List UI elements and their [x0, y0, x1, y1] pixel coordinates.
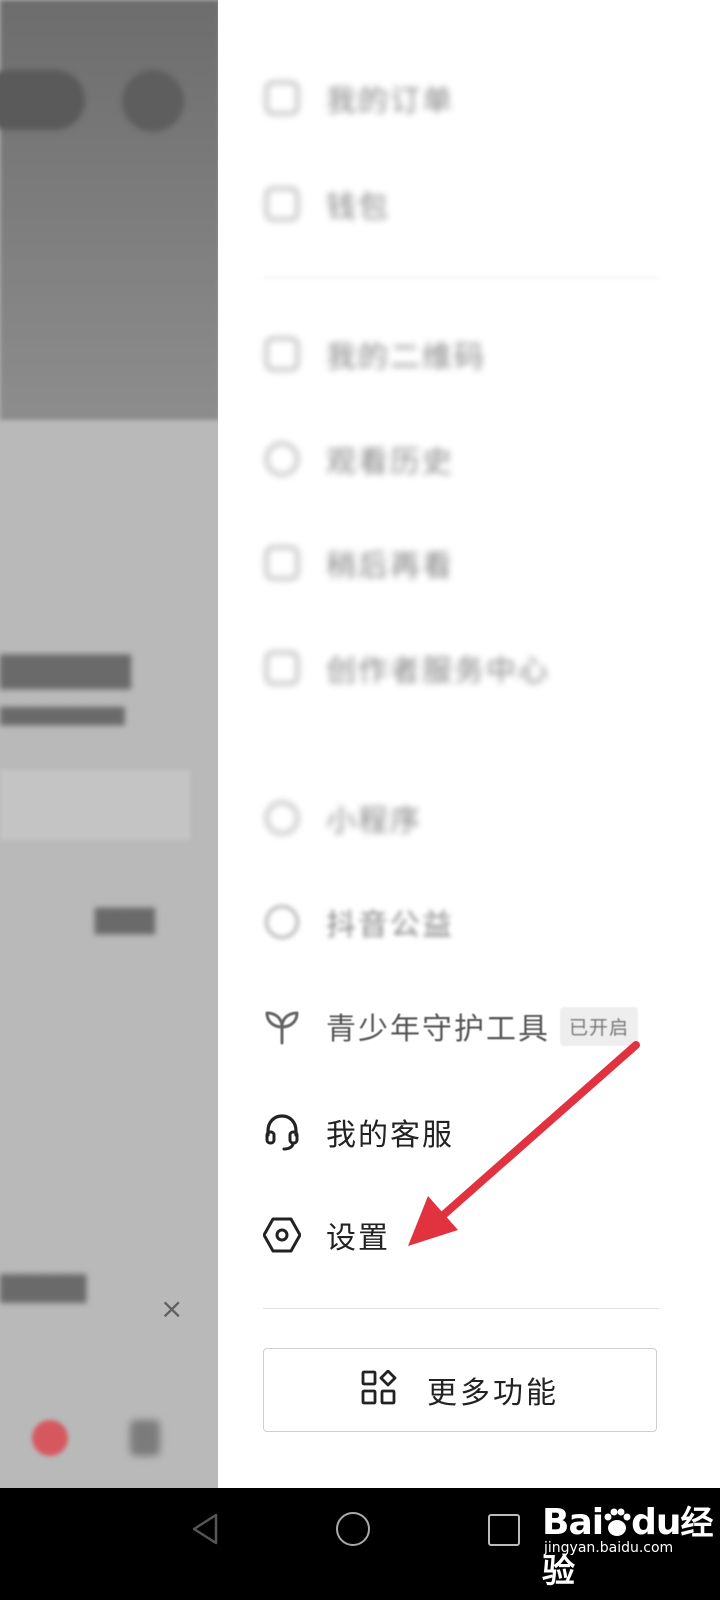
background-blurred-text: ▇▇▇▇▇▇▇▇▇ — [0, 705, 125, 726]
gear-icon — [260, 1213, 304, 1257]
menu-item-customer-service[interactable]: 我的客服 — [260, 1097, 454, 1167]
creator-icon — [260, 646, 304, 690]
watermark: Bai du经验 jingyan.baidu.com — [542, 1496, 714, 1590]
side-drawer: 我的订单 钱包 我的二维码 观看历史 稍后再看 创作者服务中心 小程序 抖音公益 — [218, 0, 720, 1515]
menu-item-settings[interactable]: 设置 — [260, 1200, 390, 1270]
menu-item-wallet[interactable]: 钱包 — [260, 169, 390, 239]
menu-item-mini-programs[interactable]: 小程序 — [260, 783, 422, 853]
watermark-logo: Bai — [542, 1502, 604, 1543]
wallet-icon — [260, 182, 304, 226]
menu-item-label: 设置 — [326, 1221, 390, 1256]
background-header — [0, 0, 220, 420]
cart-icon — [260, 76, 304, 120]
divider — [263, 277, 659, 278]
menu-item-history[interactable]: 观看历史 — [260, 424, 454, 494]
background-blurred-text: ▇▇▇▇ — [0, 1270, 87, 1303]
notification-dot — [32, 1420, 68, 1456]
sprout-icon — [260, 1004, 304, 1048]
background-blurred-text: ▇▇▇▇▇ — [0, 650, 131, 690]
menu-item-creator-center[interactable]: 创作者服务中心 — [260, 633, 550, 703]
background-circle-button — [122, 70, 184, 132]
paw-icon — [603, 1508, 631, 1538]
menu-item-label: 我的客服 — [326, 1118, 454, 1153]
menu-item-label: 我的订单 — [326, 84, 454, 119]
menu-item-label: 观看历史 — [326, 445, 454, 480]
menu-item-orders[interactable]: 我的订单 — [260, 63, 454, 133]
menu-item-youth-protection[interactable]: 青少年守护工具 已开启 — [260, 991, 639, 1061]
recent-apps-icon[interactable] — [488, 1514, 520, 1546]
qrcode-icon — [260, 332, 304, 376]
menu-item-label: 抖音公益 — [326, 908, 454, 943]
more-features-button[interactable]: 更多功能 — [263, 1348, 657, 1432]
menu-item-charity[interactable]: 抖音公益 — [260, 887, 454, 957]
watermark-url: jingyan.baidu.com — [544, 1540, 674, 1556]
divider — [263, 1308, 659, 1309]
watermark-logo-tail: du — [631, 1502, 681, 1543]
menu-item-label: 钱包 — [326, 190, 390, 225]
background-app: ▇▇▇▇▇ ▇▇▇▇▇▇▇▇▇ ▇▇▇ ▇▇▇▇ × — [0, 0, 220, 1515]
heart-icon — [260, 900, 304, 944]
background-pill-button — [0, 70, 85, 130]
background-tab-icon — [130, 1420, 160, 1456]
headset-icon — [260, 1110, 304, 1154]
menu-item-qrcode[interactable]: 我的二维码 — [260, 319, 486, 389]
bookmark-icon — [260, 541, 304, 585]
home-icon[interactable] — [336, 1512, 370, 1546]
clock-icon — [260, 437, 304, 481]
apps-grid-icon — [361, 1369, 397, 1410]
status-badge: 已开启 — [560, 1006, 639, 1046]
back-icon[interactable] — [190, 1512, 220, 1546]
menu-item-label: 小程序 — [326, 804, 422, 839]
menu-item-watch-later[interactable]: 稍后再看 — [260, 528, 454, 598]
menu-item-label: 我的二维码 — [326, 340, 486, 375]
background-blurred-text: ▇▇▇ — [95, 905, 155, 935]
more-features-label: 更多功能 — [427, 1376, 559, 1411]
mini-program-icon — [260, 796, 304, 840]
menu-item-label: 青少年守护工具 — [326, 1012, 550, 1047]
background-card — [0, 770, 190, 840]
close-icon: × — [160, 1292, 184, 1325]
menu-item-label: 稍后再看 — [326, 549, 454, 584]
menu-item-label: 创作者服务中心 — [326, 654, 550, 689]
